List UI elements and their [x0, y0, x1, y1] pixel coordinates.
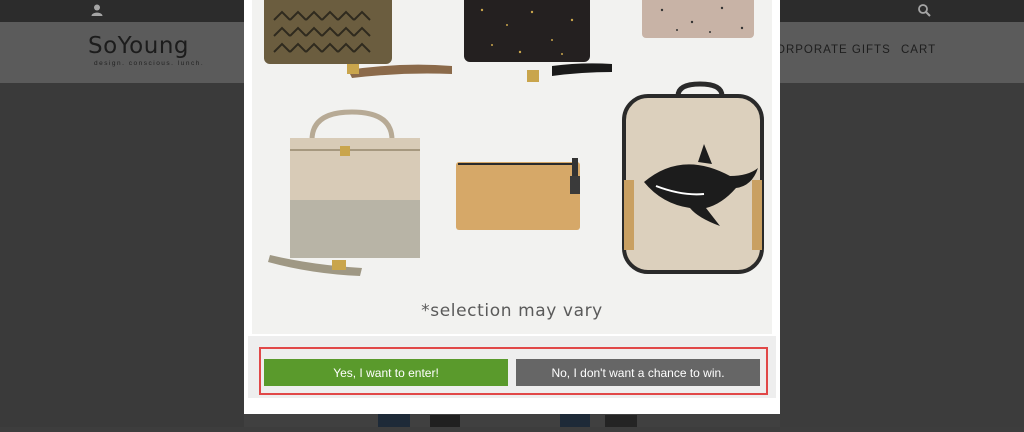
- kraft-pouch: [456, 158, 580, 230]
- logo-tagline: design. conscious. lunch.: [94, 60, 205, 67]
- site-logo[interactable]: SoYoung design. conscious. lunch.: [88, 34, 204, 67]
- nav-cart[interactable]: CART: [901, 44, 936, 56]
- logo-name: SoYoung: [88, 33, 189, 59]
- product-illustration: [252, 0, 772, 334]
- product-photo: [252, 0, 772, 334]
- decline-giveaway-button[interactable]: No, I don't want a chance to win.: [516, 359, 760, 386]
- user-icon[interactable]: [90, 3, 104, 17]
- modal-footer: Yes, I want to enter! No, I don't want a…: [248, 336, 776, 398]
- selection-caption: *selection may vary: [421, 301, 603, 321]
- enter-giveaway-button[interactable]: Yes, I want to enter!: [264, 359, 508, 386]
- shark-backpack: [622, 81, 764, 274]
- pink-pouch: [642, 0, 754, 38]
- search-icon[interactable]: [917, 3, 931, 17]
- giveaway-modal: *selection may vary Yes, I want to enter…: [244, 0, 780, 414]
- nav-corporate-gifts[interactable]: ORPORATE GIFTS: [776, 44, 891, 56]
